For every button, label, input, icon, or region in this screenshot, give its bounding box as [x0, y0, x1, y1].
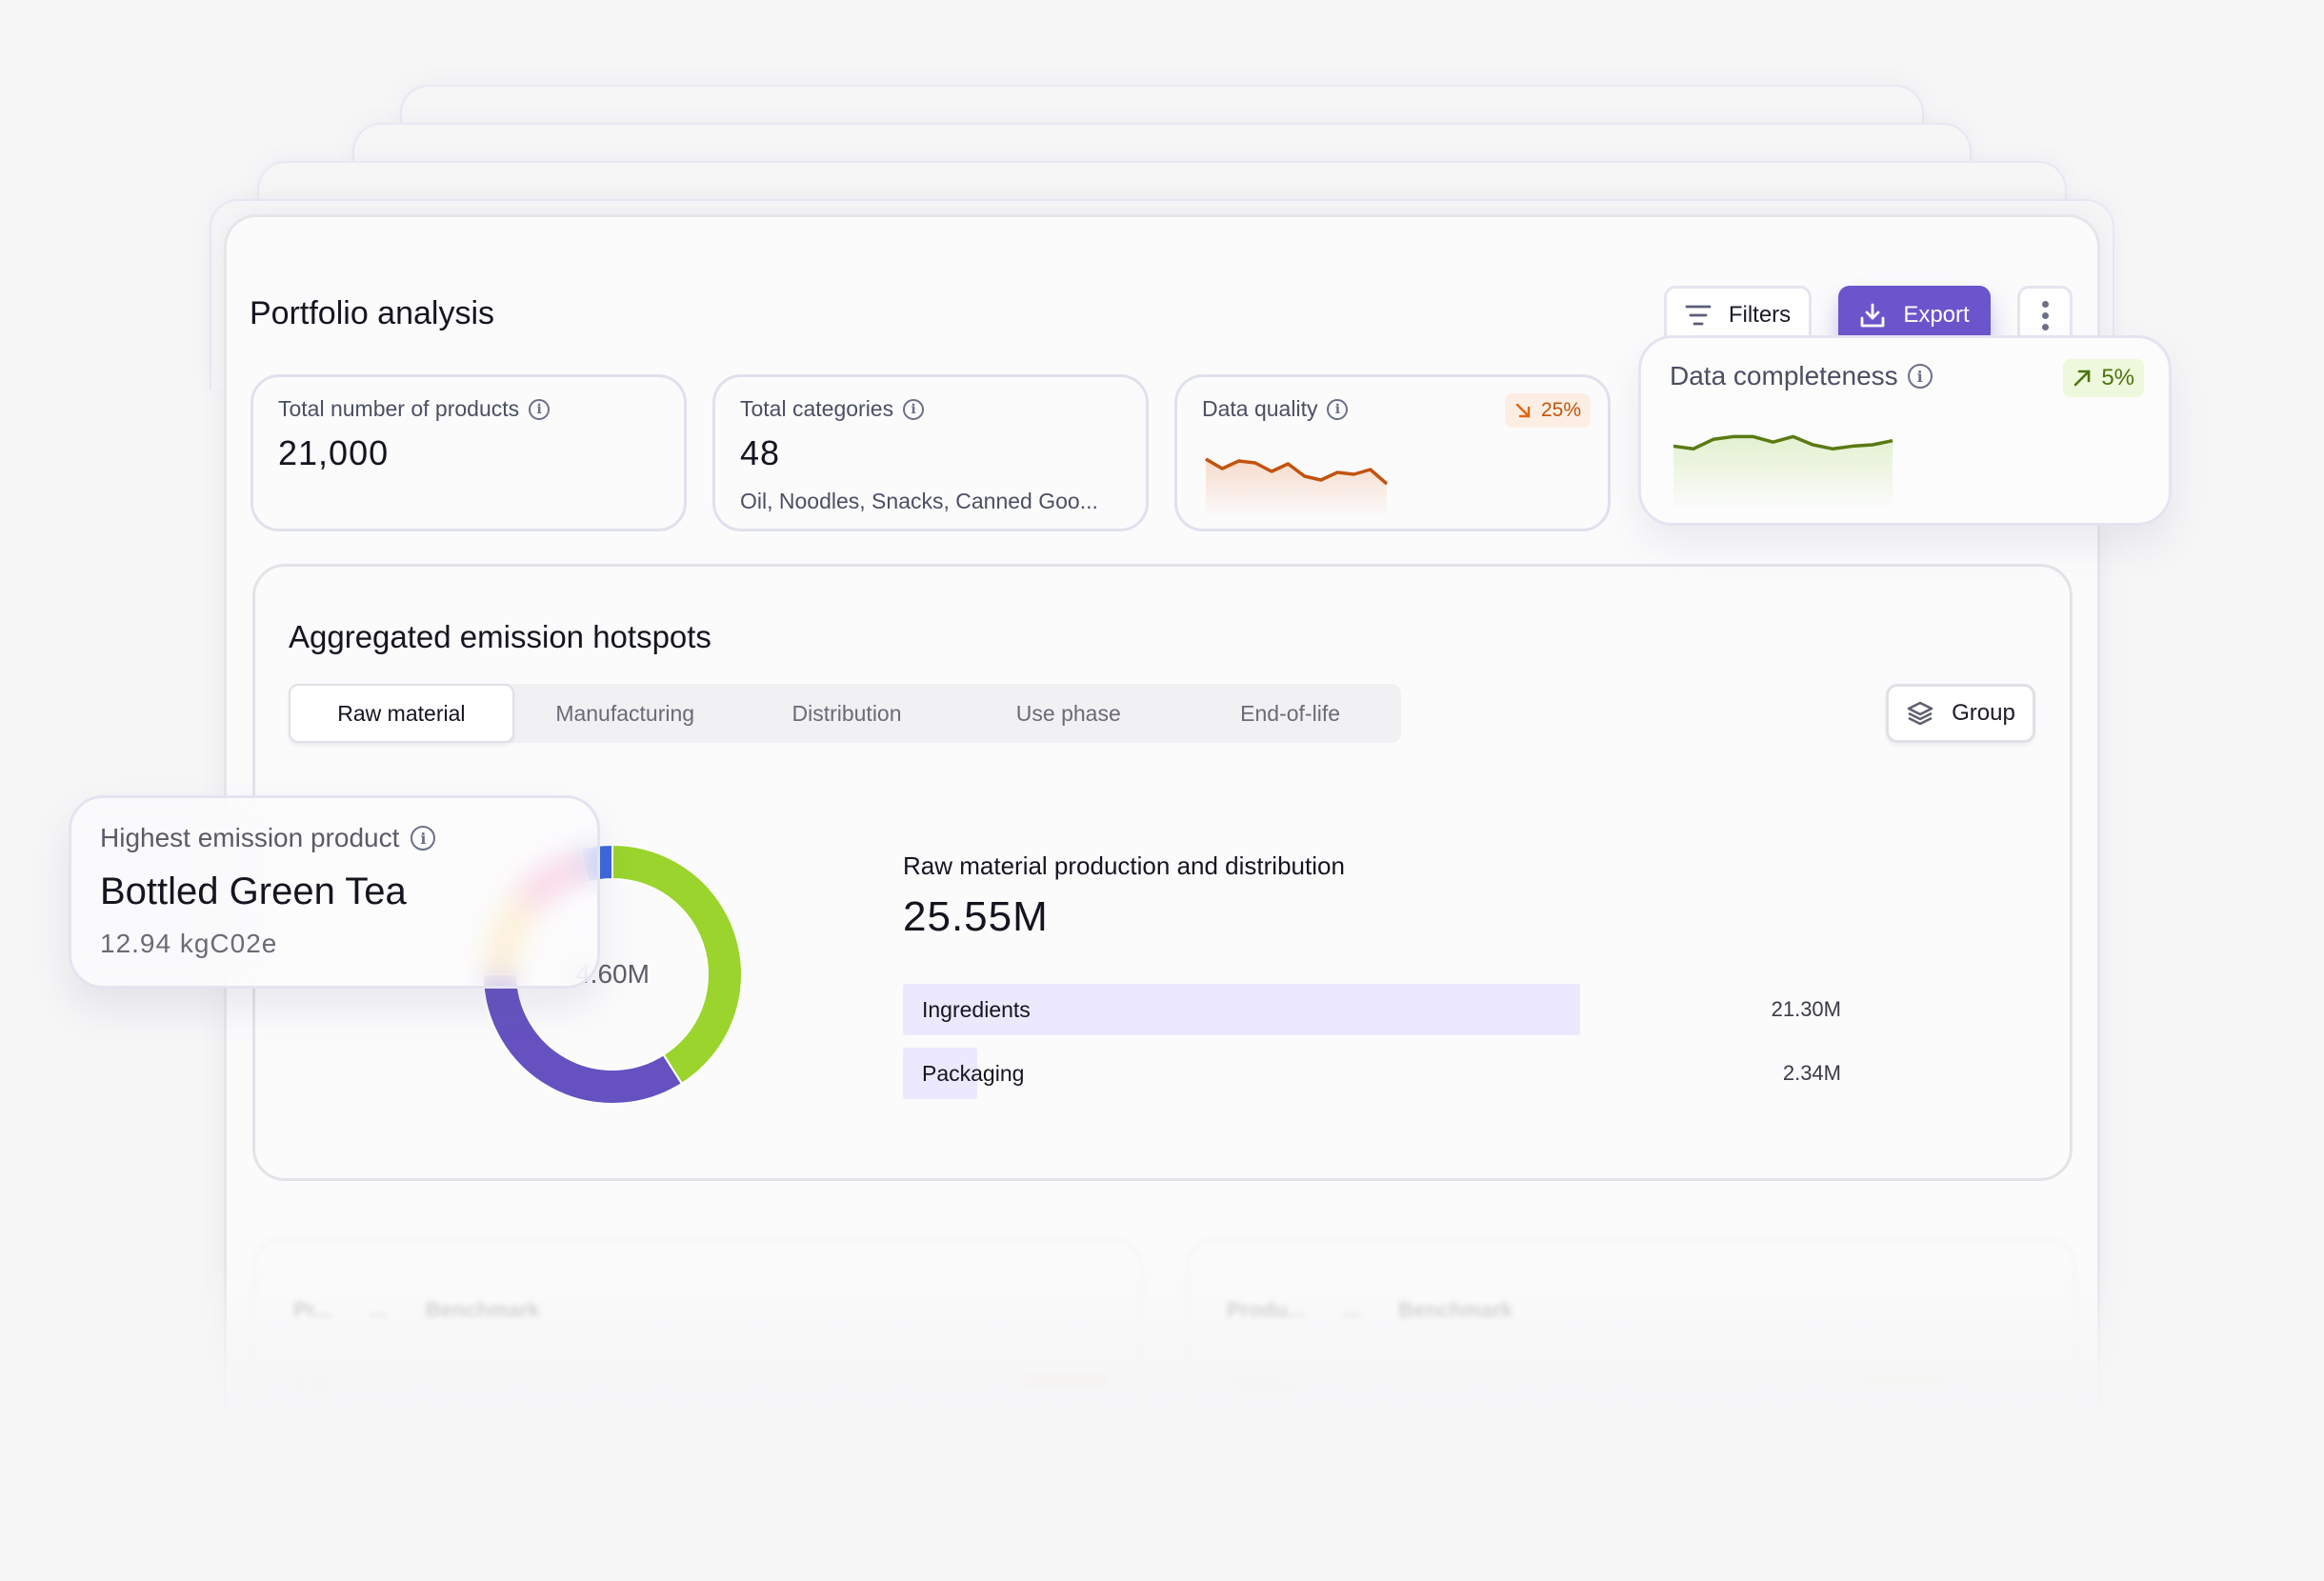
tab-manufacturing[interactable]: Manufacturing [514, 684, 736, 743]
stat-value: 21,000 [278, 433, 390, 472]
stat-card-products: Total number of products i 21,000 [250, 374, 687, 531]
breakdown-row-ingredients[interactable]: Ingredients 21.30M [903, 984, 1841, 1035]
info-icon[interactable]: i [1907, 364, 1933, 389]
stat-label: Data completeness [1670, 361, 1898, 390]
download-icon [1860, 303, 1885, 328]
layers-icon [1907, 701, 1933, 726]
stat-label-row: Total categories i [740, 396, 1121, 422]
badge-value: 25% [1541, 399, 1582, 421]
lifecycle-tabs: Raw material Manufacturing Distribution … [289, 684, 1401, 743]
export-label: Export [1903, 302, 1970, 328]
kebab-vertical-icon [2041, 300, 2049, 308]
bar-value: 2.34M [1782, 1061, 1841, 1085]
data-completeness-trend-badge: 5% [2063, 359, 2144, 397]
data-quality-trend-badge: 25% [1505, 393, 1592, 428]
breakdown-row-packaging[interactable]: Packaging 2.34M [903, 1048, 1841, 1099]
bar-label: Packaging [922, 1061, 1025, 1086]
page-title: Portfolio analysis [250, 295, 495, 331]
filter-icon [1685, 305, 1712, 326]
breakdown-total: 25.55M [903, 893, 1049, 940]
sparkline-area [1206, 459, 1387, 518]
info-icon[interactable]: i [411, 826, 436, 851]
info-icon[interactable]: i [529, 398, 551, 420]
tab-end-of-life[interactable]: End-of-life [1179, 684, 1401, 743]
data-completeness-card: Data completeness i 5% [1638, 335, 2172, 526]
filters-label: Filters [1728, 302, 1792, 328]
highest-emission-card: Highest emission product i Bottled Green … [69, 795, 600, 989]
arrow-down-right-icon [1515, 403, 1531, 418]
product-name: Bottled Green Tea [100, 871, 407, 912]
bar-value: 21.30M [1771, 997, 1841, 1021]
bottom-fade [0, 1257, 2324, 1581]
stat-card-categories: Total categories i 48 Oil, Noodles, Snack… [712, 374, 1149, 531]
info-icon[interactable]: i [903, 398, 925, 420]
donut-segment-purple [481, 973, 684, 1105]
stat-label: Data quality [1202, 396, 1318, 421]
breakdown-title: Raw material production and distribution [903, 851, 1345, 880]
bar-label: Ingredients [922, 997, 1031, 1022]
kebab-dot [2041, 323, 2049, 330]
badge-value: 5% [2101, 365, 2134, 390]
stat-label-row: Total number of products i [278, 396, 659, 422]
kebab-dot [2041, 311, 2049, 319]
stat-label: Total number of products [278, 396, 520, 421]
hl-label-row: Highest emission product i [100, 823, 569, 853]
section-title: Aggregated emission hotspots [289, 619, 711, 654]
stat-label: Total categories [740, 396, 894, 421]
arrow-up-right-icon [2074, 370, 2091, 387]
sparkline-area [1673, 436, 1893, 511]
data-completeness-sparkline [1673, 434, 1893, 511]
tab-use-phase[interactable]: Use phase [957, 684, 1179, 743]
product-emission-value: 12.94 kgC02e [100, 929, 278, 958]
group-label: Group [1952, 700, 2015, 726]
hl-label: Highest emission product [100, 823, 400, 852]
group-button[interactable]: Group [1886, 684, 2035, 743]
data-quality-sparkline [1205, 457, 1389, 518]
info-icon[interactable]: i [1327, 398, 1349, 420]
category-list: Oil, Noodles, Snacks, Canned Goo... [740, 489, 1098, 513]
tab-raw-material[interactable]: Raw material [289, 684, 514, 743]
stat-value: 48 [740, 433, 781, 472]
tab-distribution[interactable]: Distribution [736, 684, 958, 743]
